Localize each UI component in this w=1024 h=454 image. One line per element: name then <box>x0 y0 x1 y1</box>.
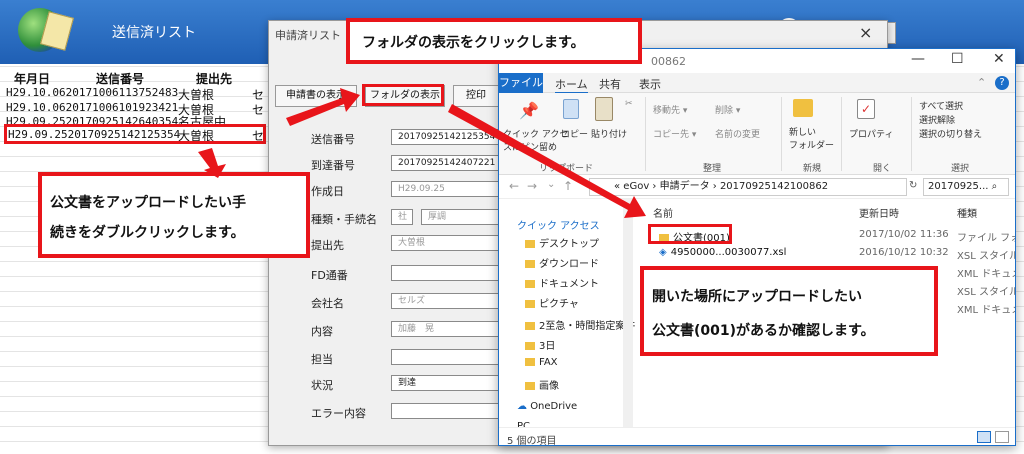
arrow-to-folder-item <box>448 104 646 218</box>
arrow-to-row <box>198 148 226 178</box>
arrows-overlay <box>198 88 646 218</box>
arrow-to-folder-button <box>286 88 360 126</box>
